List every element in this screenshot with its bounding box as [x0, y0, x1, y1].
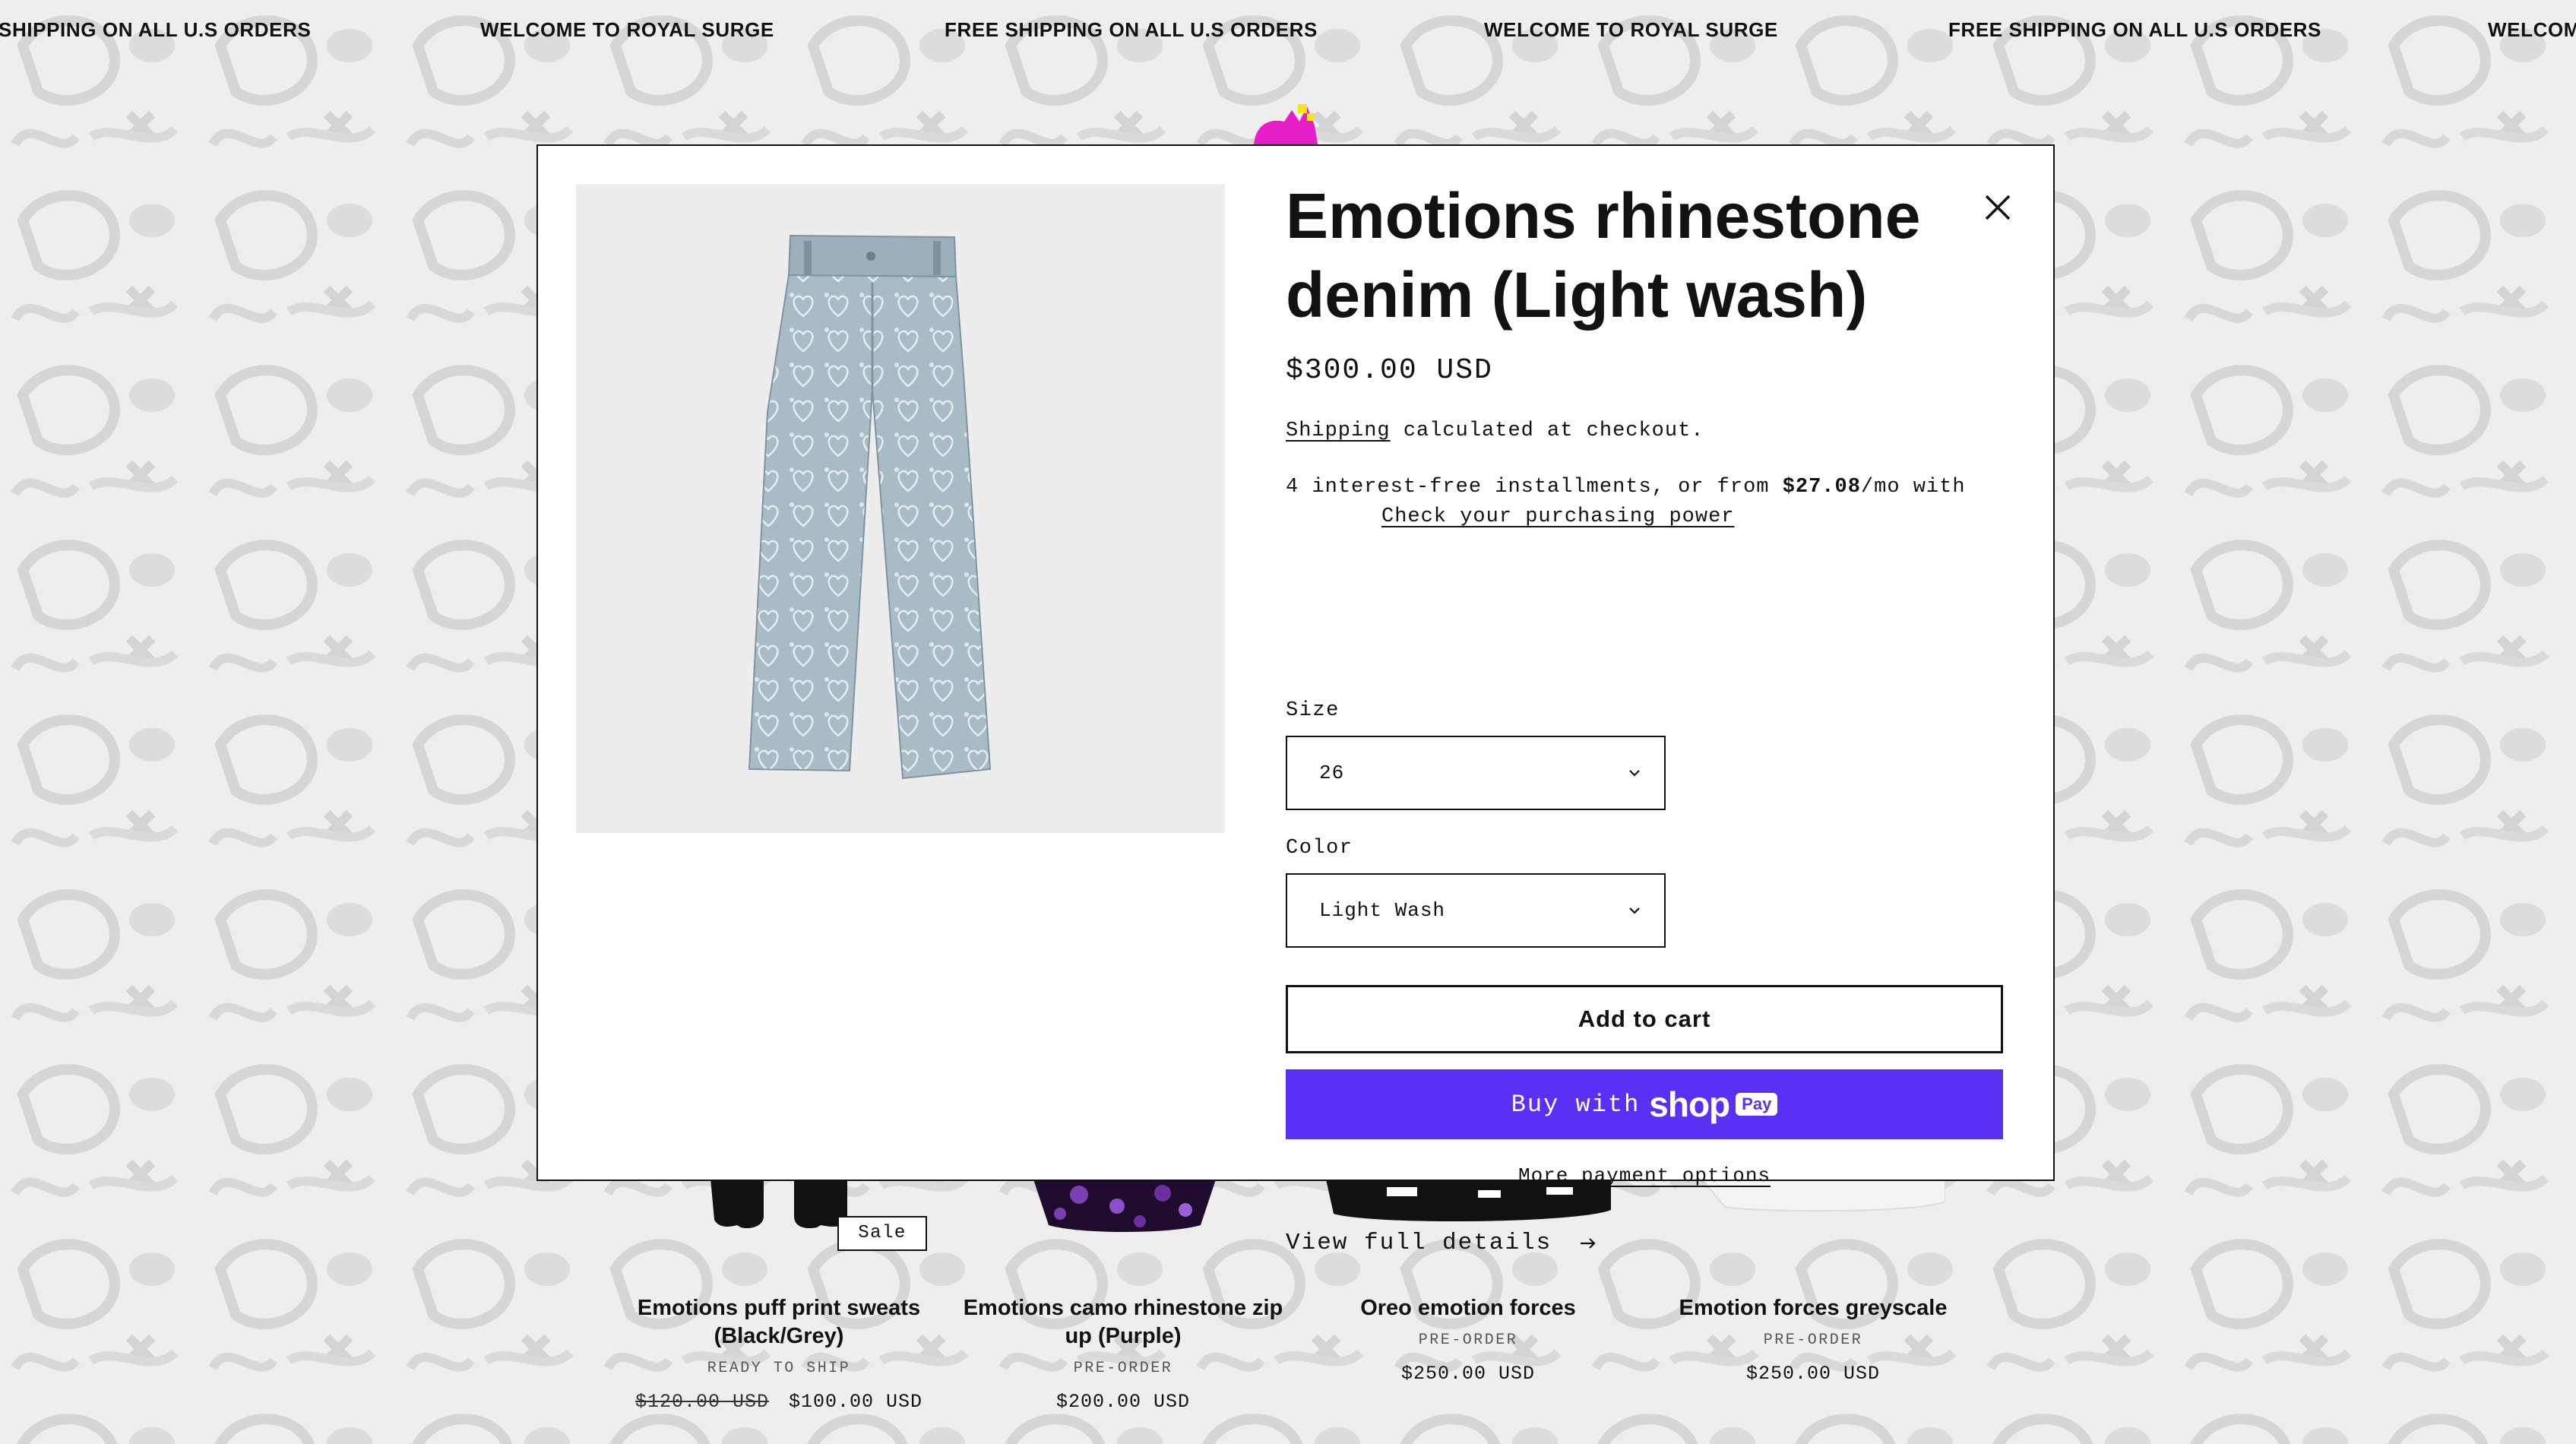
product-status: READY TO SHIP	[707, 1360, 851, 1377]
product-status: PRE-ORDER	[1763, 1332, 1863, 1349]
sale-price: $100.00 USD	[789, 1391, 923, 1413]
quick-view-modal: Emotions rhinestone denim (Light wash) $…	[536, 144, 2055, 1256]
shop-logo: shop	[1649, 1085, 1730, 1124]
chevron-down-icon	[1629, 770, 1640, 777]
more-payment-options-link[interactable]: More payment options	[1286, 1164, 2003, 1187]
shipping-link[interactable]: Shipping	[1286, 420, 1391, 442]
size-label: Size	[1286, 699, 1340, 722]
installments-amount: $27.08	[1782, 476, 1861, 499]
product-thumbnail[interactable]	[1033, 1180, 1216, 1234]
product-price: $300.00 USD	[1286, 354, 1493, 387]
denim-jeans-image	[748, 234, 992, 780]
installments-note: 4 interest-free installments, or from $2…	[1286, 473, 2015, 532]
size-select[interactable]: 26	[1286, 736, 1666, 810]
product-price: $200.00 USD	[1055, 1391, 1191, 1413]
product-title[interactable]: Emotions puff print sweats (Black/Grey)	[616, 1294, 942, 1351]
product-status: PRE-ORDER	[1073, 1360, 1173, 1377]
shop-pay-badge: Pay	[1736, 1093, 1778, 1116]
product-title[interactable]: Emotion forces greyscale	[1650, 1294, 1976, 1322]
color-value: Light Wash	[1319, 899, 1446, 922]
shipping-text: calculated at checkout.	[1390, 420, 1704, 442]
product-image[interactable]	[576, 184, 1225, 833]
product-info: Emotions rhinestone denim (Light wash) $…	[1286, 176, 2015, 1256]
view-details-label: View full details	[1286, 1230, 1552, 1256]
size-value: 26	[1319, 762, 1345, 784]
product-title[interactable]: Oreo emotion forces	[1305, 1294, 1631, 1322]
product-card[interactable]: Oreo emotion forces PRE-ORDER $250.00 US…	[1305, 1294, 1631, 1385]
product-title: Emotions rhinestone denim (Light wash)	[1286, 180, 1921, 331]
shop-pay-button[interactable]: Buy with shop Pay	[1286, 1069, 2003, 1139]
product-price: $250.00 USD	[1745, 1363, 1881, 1385]
add-to-cart-button[interactable]: Add to cart	[1286, 985, 2003, 1053]
chevron-down-icon	[1629, 907, 1640, 914]
product-thumbnail[interactable]	[710, 1178, 847, 1231]
color-label: Color	[1286, 837, 1353, 860]
check-purchasing-power-link[interactable]: Check your purchasing power	[1381, 502, 2015, 532]
buy-with-label: Buy with	[1511, 1090, 1641, 1119]
product-card[interactable]: Emotions puff print sweats (Black/Grey) …	[616, 1294, 942, 1413]
product-title[interactable]: Emotions camo rhinestone zip up (Purple)	[960, 1294, 1286, 1351]
shipping-note: Shipping calculated at checkout.	[1286, 420, 1704, 442]
view-full-details-link[interactable]: View full details	[1286, 1230, 1597, 1256]
product-card[interactable]: Emotions camo rhinestone zip up (Purple)…	[960, 1294, 1286, 1413]
installments-suffix: /mo with	[1860, 476, 1966, 499]
arrow-right-icon	[1581, 1237, 1596, 1249]
product-status: PRE-ORDER	[1418, 1332, 1518, 1349]
installments-prefix: 4 interest-free installments, or from	[1286, 476, 1783, 499]
sale-badge: Sale	[837, 1216, 927, 1251]
product-price: $120.00 USD $100.00 USD	[616, 1391, 942, 1413]
color-select[interactable]: Light Wash	[1286, 873, 1666, 948]
product-card[interactable]: Emotion forces greyscale PRE-ORDER $250.…	[1650, 1294, 1976, 1385]
original-price: $120.00 USD	[635, 1391, 769, 1413]
product-price: $250.00 USD	[1400, 1363, 1536, 1385]
